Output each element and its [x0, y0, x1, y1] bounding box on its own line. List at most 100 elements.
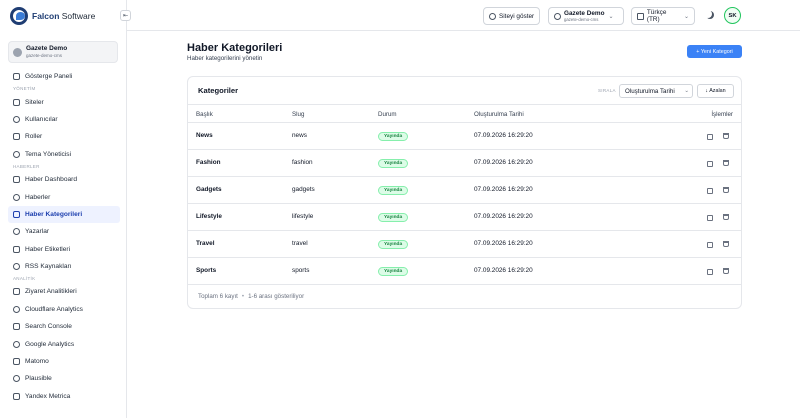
edit-icon[interactable] [707, 134, 713, 140]
table-row[interactable]: Gadgets gadgets Yayında 07.09.2026 16:29:20 [188, 177, 741, 204]
sidebar: Falcon Software Gazete Demo gazete-demo-… [0, 0, 127, 418]
edit-icon[interactable] [707, 161, 713, 167]
sidebar-item-label: Plausible [25, 375, 52, 383]
sort-select-value: Oluşturulma Tarihi [625, 87, 675, 95]
site-card-name: Gazete Demo [26, 45, 68, 52]
sidebar-item[interactable]: Siteler [8, 93, 120, 110]
moon-icon[interactable] [706, 11, 714, 19]
category-title[interactable]: Lifestyle [196, 213, 222, 220]
category-slug: gadgets [292, 186, 315, 193]
card-header: Kategoriler SIRALA Oluşturulma Tarihi ⌄ … [188, 77, 741, 105]
language-icon [637, 12, 644, 20]
trash-icon[interactable] [723, 268, 729, 274]
sidebar-item[interactable]: Haberler [8, 188, 120, 205]
sidebar-item[interactable]: Kullanıcılar [8, 111, 120, 128]
cloudflare-icon [13, 305, 20, 313]
trash-icon[interactable] [723, 133, 729, 139]
sidebar-item[interactable]: Tema Yöneticisi [8, 146, 120, 163]
table-row[interactable]: News news Yayında 07.09.2026 16:29:20 [188, 123, 741, 150]
sidebar-item[interactable]: Haber Kategorileri [8, 205, 120, 224]
edit-icon[interactable] [707, 188, 713, 194]
sidebar-collapse-icon[interactable]: ⇤ [120, 10, 131, 21]
footer-separator: • [241, 293, 245, 300]
edit-icon[interactable] [707, 269, 713, 275]
sidebar-item-label: Kullanıcılar [25, 115, 58, 123]
category-title[interactable]: Gadgets [196, 186, 222, 193]
category-created-date: 07.09.2026 16:29:20 [474, 159, 533, 166]
card-title: Kategoriler [198, 86, 239, 95]
category-slug: news [292, 132, 307, 139]
table-row[interactable]: Fashion fashion Yayında 07.09.2026 16:29:20 [188, 150, 741, 177]
sidebar-item-label: Roller [25, 133, 43, 141]
sidebar-item[interactable]: Search Console [8, 318, 120, 335]
google-analytics-icon [13, 340, 20, 348]
col-status[interactable]: Durum [378, 111, 397, 118]
sidebar-item[interactable]: Cloudflare Analytics [8, 301, 120, 318]
chevron-down-icon: ⌄ [683, 13, 689, 20]
chevron-down-icon: ⌄ [684, 88, 689, 94]
category-created-date: 07.09.2026 16:29:20 [474, 267, 533, 274]
sidebar-item[interactable]: Google Analytics [8, 335, 120, 352]
search-console-icon [13, 323, 20, 331]
users-icon [13, 115, 20, 123]
view-site-label: Siteyi göster [499, 12, 535, 20]
sidebar-item[interactable]: Roller [8, 128, 120, 145]
table-row[interactable]: Sports sports Yayında 07.09.2026 16:29:20 [188, 258, 741, 285]
trash-icon[interactable] [723, 214, 729, 220]
footer-range: 1-6 arası gösteriliyor [248, 293, 305, 300]
sidebar-item-label: Haberler [25, 193, 51, 201]
sites-icon [13, 98, 20, 106]
chevron-down-icon: ⌄ [608, 13, 614, 20]
category-title[interactable]: Sports [196, 267, 216, 274]
trash-icon[interactable] [723, 187, 729, 193]
user-avatar[interactable]: SK [724, 7, 741, 24]
col-created[interactable]: Oluşturulma Tarihi [474, 111, 524, 118]
sidebar-item-label: Yazarlar [25, 228, 50, 236]
trash-icon[interactable] [723, 241, 729, 247]
category-title[interactable]: Travel [196, 240, 214, 247]
news-dashboard-icon [13, 176, 20, 184]
sidebar-item[interactable]: RSS Kaynakları [8, 258, 120, 275]
col-slug[interactable]: Slug [292, 111, 304, 118]
language-selector[interactable]: Türkçe (TR) ⌄ [631, 7, 695, 25]
edit-icon[interactable] [707, 215, 713, 221]
site-icon [554, 12, 561, 20]
falcon-logo-icon [10, 7, 28, 25]
edit-icon[interactable] [707, 242, 713, 248]
trash-icon[interactable] [723, 160, 729, 166]
category-title[interactable]: Fashion [196, 159, 221, 166]
table-row[interactable]: Travel travel Yayında 07.09.2026 16:29:20 [188, 231, 741, 258]
sort-label: SIRALA [598, 88, 616, 93]
sidebar-item[interactable]: Yandex Metrica [8, 388, 120, 405]
sidebar-item-label: Siteler [25, 98, 44, 106]
theme-icon [13, 150, 20, 158]
new-category-button[interactable]: + Yeni Kategori [687, 45, 742, 58]
page-title: Haber Kategorileri [187, 42, 283, 54]
sidebar-item[interactable]: Gösterge Paneli [8, 68, 120, 85]
site-card-domain: gazete-demo-cms [26, 53, 63, 58]
sort-select[interactable]: Oluşturulma Tarihi ⌄ [619, 84, 693, 98]
sidebar-item-label: Matomo [25, 358, 49, 366]
category-title[interactable]: News [196, 132, 213, 139]
category-slug: sports [292, 267, 310, 274]
nav-section-heading: HABERLER [13, 163, 40, 169]
site-selector[interactable]: Gazete Demo gazete-demo-cms ⌄ [548, 7, 624, 25]
sidebar-item[interactable]: Matomo [8, 353, 120, 370]
sidebar-item[interactable]: Plausible [8, 370, 120, 387]
tags-icon [13, 245, 20, 253]
category-slug: lifestyle [292, 213, 314, 220]
table-row[interactable]: Lifestyle lifestyle Yayında 07.09.2026 16:2… [188, 204, 741, 231]
sidebar-item-label: Google Analytics [25, 340, 75, 348]
site-switcher-card[interactable]: Gazete Demo gazete-demo-cms [8, 41, 118, 63]
sidebar-item[interactable]: Haber Etiketleri [8, 241, 120, 258]
brand-name: Falcon Software [32, 11, 96, 21]
sidebar-item-label: Yandex Metrica [25, 392, 71, 400]
nav-section-heading: YÖNETİM [13, 86, 36, 92]
sidebar-item[interactable]: Haber Dashboard [8, 171, 120, 188]
brand[interactable]: Falcon Software [10, 7, 95, 25]
sidebar-item[interactable]: Ziyaret Analitikleri [8, 283, 120, 300]
col-title[interactable]: Başlık [196, 111, 213, 118]
sort-order-button[interactable]: ↓ Azalan [697, 84, 734, 98]
view-site-button[interactable]: Siteyi göster [483, 7, 541, 25]
sidebar-item[interactable]: Yazarlar [8, 223, 120, 240]
